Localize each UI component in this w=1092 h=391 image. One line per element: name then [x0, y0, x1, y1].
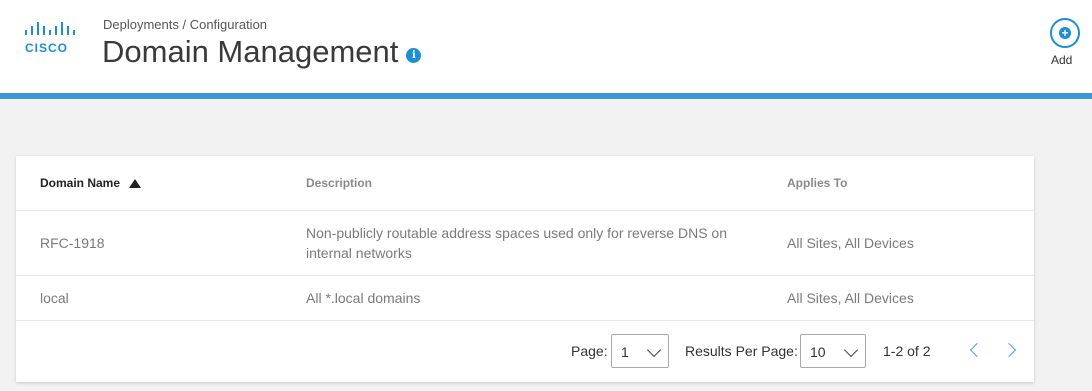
applies-to-cell: All Sites, All Devices: [787, 289, 914, 306]
domain-name-cell: local: [40, 289, 69, 306]
domain-name-cell: RFC-1918: [40, 234, 105, 251]
next-page-icon[interactable]: [1001, 342, 1017, 358]
page-select[interactable]: 1: [611, 334, 669, 368]
page-header: CISCO Deployments / Configuration Domain…: [0, 0, 1092, 99]
cisco-bars-icon: [25, 22, 75, 35]
page-select-value: 1: [621, 344, 629, 360]
column-header-domain-name[interactable]: Domain Name: [40, 156, 290, 210]
page-title: Domain Management: [102, 34, 399, 69]
cisco-logo: CISCO: [25, 22, 85, 55]
add-circle-icon[interactable]: +: [1050, 18, 1080, 48]
column-header-label: Description: [306, 176, 373, 190]
results-per-page-label: Results Per Page:: [685, 343, 798, 359]
info-icon[interactable]: i: [406, 47, 422, 63]
description-cell: All *.local domains: [306, 289, 421, 306]
sort-ascending-icon[interactable]: [129, 178, 142, 188]
column-header-applies-to[interactable]: Applies To: [787, 156, 1027, 210]
table-row[interactable]: local All *.local domains All Sites, All…: [16, 275, 1034, 321]
breadcrumb[interactable]: Deployments / Configuration: [103, 17, 267, 32]
page-title-wrap: Domain Management i: [102, 34, 422, 70]
plus-icon: +: [1059, 27, 1071, 39]
column-header-label: Applies To: [787, 176, 848, 190]
domains-table-card: Domain Name Description Applies To RFC-1…: [16, 156, 1034, 382]
results-per-page-value: 10: [810, 344, 826, 360]
previous-page-icon[interactable]: [969, 342, 985, 358]
chevron-down-icon: [843, 342, 859, 358]
page-label: Page:: [571, 343, 608, 359]
table-header-row: Domain Name Description Applies To: [16, 156, 1034, 211]
table-row[interactable]: RFC-1918 Non-publicly routable address s…: [16, 210, 1034, 276]
results-per-page-select[interactable]: 10: [800, 334, 866, 368]
pagination-bar: Page: 1 Results Per Page: 10 1-2 of 2: [16, 321, 1034, 382]
applies-to-cell: All Sites, All Devices: [787, 234, 914, 251]
results-range: 1-2 of 2: [883, 343, 931, 359]
logo-wordmark: CISCO: [25, 41, 69, 55]
add-button[interactable]: + Add: [1049, 17, 1089, 71]
column-header-label: Domain Name: [40, 176, 121, 190]
add-label: Add: [1051, 53, 1073, 67]
column-header-description[interactable]: Description: [306, 156, 776, 210]
chevron-down-icon: [646, 342, 662, 358]
description-cell: Non-publicly routable address spaces use…: [306, 224, 727, 261]
